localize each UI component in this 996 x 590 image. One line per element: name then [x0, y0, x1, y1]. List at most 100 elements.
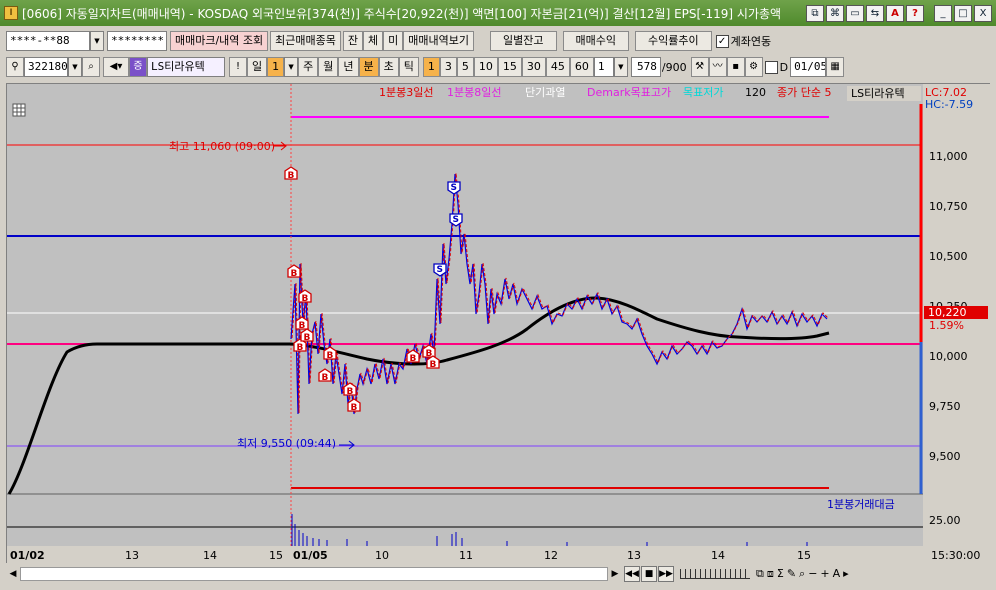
minimize-button[interactable]: _	[934, 4, 952, 22]
period-month[interactable]: 월	[318, 57, 339, 77]
stop-icon[interactable]: ■	[641, 566, 657, 582]
buy-marker[interactable]: B	[300, 328, 314, 343]
recent-stocks-button[interactable]: 최근매매종목	[270, 31, 341, 51]
trade-mark-button[interactable]: 매매마크/내역 조회	[170, 31, 269, 51]
window-icon[interactable]: ▭	[846, 4, 864, 22]
day-count-dropdown-icon[interactable]: ▼	[284, 57, 299, 77]
buy-marker[interactable]: B	[284, 166, 298, 181]
period-minute[interactable]: 분	[358, 57, 379, 77]
buy-marker[interactable]: B	[298, 289, 312, 304]
pin-icon[interactable]: ⚲	[6, 57, 24, 77]
buy-marker-label: B	[322, 373, 329, 383]
interval-30[interactable]: 30	[521, 57, 546, 77]
period-second[interactable]: 초	[378, 57, 399, 77]
interval-5[interactable]: 5	[456, 57, 474, 77]
period-tick[interactable]: 틱	[398, 57, 419, 77]
chart-svg: 최고 11,060 (09:00) 최저 9,550 (09:44) 1분봉3일…	[7, 84, 991, 564]
buy-marker[interactable]: B	[318, 368, 332, 383]
swap-icon[interactable]: ⇆	[866, 4, 884, 22]
stock-type-icon: 증	[129, 57, 147, 77]
indicator-icon[interactable]: 〰	[708, 57, 727, 77]
trade-profit-button[interactable]: 매매수익	[562, 31, 629, 51]
volume-axis-label: 25.00	[929, 514, 961, 527]
buy-marker[interactable]: B	[343, 382, 357, 397]
interval-dropdown-icon[interactable]: ▼	[613, 57, 628, 77]
tab-executed[interactable]: 체	[363, 31, 384, 51]
period-week[interactable]: 주	[298, 57, 319, 77]
fast-forward-icon[interactable]: ▶▶	[658, 566, 674, 582]
daily-balance-button[interactable]: 일별잔고	[490, 31, 557, 51]
buy-marker-label: B	[327, 351, 334, 361]
buy-marker[interactable]: B	[426, 355, 440, 370]
interval-15[interactable]: 15	[497, 57, 522, 77]
return-trend-button[interactable]: 수익률추이	[634, 31, 712, 51]
account-link-label: 계좌연동	[730, 35, 772, 48]
gear-icon[interactable]: ⚙	[744, 57, 763, 77]
layout2-icon[interactable]: ⧈	[767, 567, 774, 581]
link-window-icon[interactable]: ⧉	[806, 4, 824, 22]
help-icon[interactable]: ?	[906, 4, 924, 22]
password-field[interactable]: ********	[107, 31, 167, 51]
y-axis-label: 9,750	[929, 400, 961, 413]
date-checkbox[interactable]	[764, 60, 778, 74]
title-bar: I [0606] 자동일지차트(매매내역) - KOSDAQ 외국인보유[374…	[0, 0, 996, 26]
account-field[interactable]: ****-**88	[6, 31, 90, 51]
tab-unexecuted[interactable]: 미	[383, 31, 404, 51]
account-dropdown-icon[interactable]: ▼	[90, 31, 104, 51]
interval-1[interactable]: 1	[422, 57, 440, 77]
buy-marker[interactable]: B	[323, 346, 337, 361]
sync-icon[interactable]: ⌘	[826, 4, 844, 22]
grid-icon[interactable]	[12, 103, 26, 117]
stock-name-field[interactable]: LS티라유텍	[147, 57, 225, 77]
trade-history-button[interactable]: 매매내역보기	[403, 31, 475, 51]
close-button[interactable]: X	[974, 4, 992, 22]
scroll-right-icon[interactable]: ▶	[608, 566, 622, 582]
interval-value-field[interactable]: 1	[593, 57, 614, 77]
tab-balance[interactable]: 잔	[342, 31, 364, 51]
rewind-icon[interactable]: ◀◀	[624, 566, 640, 582]
low-annotation: 최저 9,550 (09:44)	[237, 437, 336, 450]
save-icon[interactable]: ▪	[726, 57, 745, 77]
chart-legend: 1분봉3일선 1분봉8일선 단기과열 Demark목표고가 목표저가 120 종…	[379, 85, 831, 99]
code-dropdown-icon[interactable]: ▼	[68, 57, 82, 77]
period-year[interactable]: 년	[338, 57, 359, 77]
menu-icon[interactable]: ▸	[843, 567, 849, 581]
draw-icon[interactable]: ✎	[787, 567, 796, 581]
period-day-count[interactable]: 1	[267, 57, 285, 77]
maximize-button[interactable]: □	[954, 4, 972, 22]
period-day[interactable]: 일	[247, 57, 268, 77]
interval-45[interactable]: 45	[545, 57, 570, 77]
scroll-track[interactable]	[20, 567, 608, 581]
price-chart[interactable]: 최고 11,060 (09:00) 최저 9,550 (09:44) 1분봉3일…	[6, 83, 991, 564]
plus-icon[interactable]: +	[820, 567, 829, 581]
chart-type-icon[interactable]: ⚒	[690, 57, 709, 77]
date-field[interactable]: 01/05	[790, 57, 827, 77]
interval-10[interactable]: 10	[473, 57, 498, 77]
x-axis-label: 14	[203, 549, 217, 562]
scroll-left-icon[interactable]: ◀	[6, 566, 20, 582]
calendar-icon[interactable]: ▦	[826, 57, 845, 77]
account-link-checkbox[interactable]: ✓	[715, 34, 729, 48]
buy-marker[interactable]: B	[406, 349, 420, 364]
layout-icon[interactable]: ⧉	[756, 567, 764, 581]
zoom-slider[interactable]	[680, 569, 750, 579]
exclamation-icon[interactable]: !	[229, 57, 247, 77]
buy-marker[interactable]: B	[287, 264, 301, 279]
zoom-icon[interactable]: ⌕	[799, 567, 805, 581]
x-axis-label: 11	[459, 549, 473, 562]
buy-marker-label: B	[299, 321, 306, 331]
legend-item: 단기과열	[525, 86, 565, 99]
chart-tools: ⧉ ⧈ Σ ✎ ⌕ − + A ▸	[756, 567, 849, 581]
text-icon[interactable]: A	[833, 567, 841, 581]
interval-3[interactable]: 3	[439, 57, 457, 77]
font-icon[interactable]: A	[886, 4, 904, 22]
sum-icon[interactable]: Σ	[777, 567, 784, 581]
stock-code-field[interactable]: 322180	[24, 57, 68, 77]
minus-icon[interactable]: −	[808, 567, 817, 581]
search-icon[interactable]: ⌕	[82, 57, 100, 77]
buy-marker[interactable]: B	[347, 398, 361, 413]
interval-60[interactable]: 60	[569, 57, 594, 77]
count-field[interactable]: 578	[630, 57, 661, 77]
speaker-icon[interactable]: ◀▾	[103, 57, 129, 77]
buy-marker-label: B	[288, 171, 295, 181]
